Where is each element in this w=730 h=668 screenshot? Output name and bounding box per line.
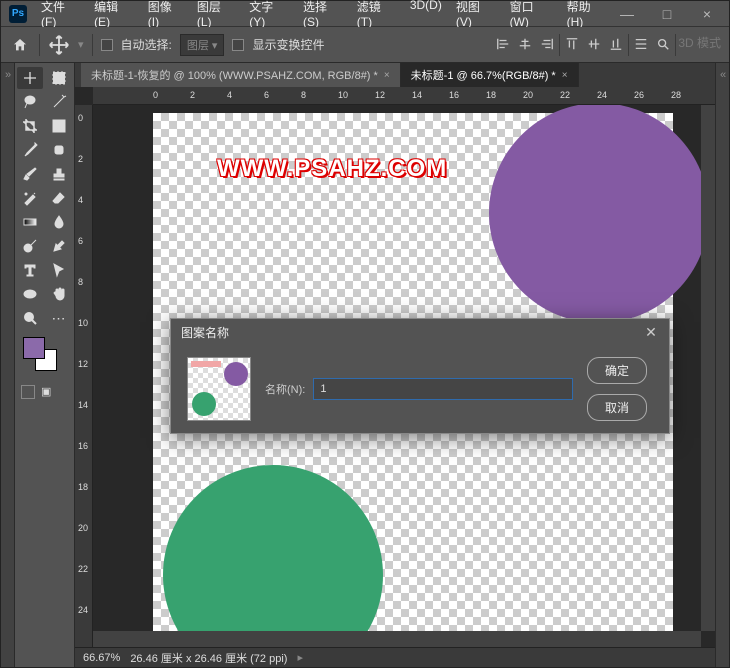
align-right-icon[interactable] [537,34,557,54]
divider [628,34,629,56]
zoom-level[interactable]: 66.67% [83,652,120,664]
align-center-h-icon[interactable] [515,34,535,54]
document-tabs: 未标题-1-恢复的 @ 100% (WWW.PSAHZ.COM, RGB/8#)… [75,63,715,87]
collapsed-panel-right[interactable]: « [715,63,729,667]
pattern-thumbnail [187,357,251,421]
foreground-color-swatch[interactable] [23,337,45,359]
quickmask-icon[interactable] [21,385,35,399]
zoom-tool-icon[interactable] [17,307,43,329]
screen-mode-icon[interactable]: ▣ [41,385,51,399]
path-tool-icon[interactable] [46,259,72,281]
tools-panel: ⋯ ▣ [15,63,75,667]
options-bar: ▾ 自动选择: 图层 ▾ 显示变换控件 3D 模式 [1,27,729,63]
crop-tool-icon[interactable] [17,115,43,137]
hand-tool-icon[interactable] [46,283,72,305]
divider [675,34,676,56]
shape-tool-icon[interactable] [17,283,43,305]
lasso-tool-icon[interactable] [17,91,43,113]
title-bar: Ps 文件(F) 编辑(E) 图像(I) 图层(L) 文字(Y) 选择(S) 滤… [1,1,729,27]
brush-tool-icon[interactable] [17,163,43,185]
align-bottom-icon[interactable] [606,34,626,54]
scrollbar-vertical[interactable] [701,105,715,631]
window-maximize-button[interactable]: □ [653,6,681,22]
divider [39,34,40,56]
stamp-tool-icon[interactable] [46,163,72,185]
move-icon[interactable] [48,34,70,56]
wand-tool-icon[interactable] [46,91,72,113]
collapsed-panel-left[interactable]: » [1,63,15,667]
edit-toolbar-icon[interactable]: ⋯ [46,307,72,329]
heal-tool-icon[interactable] [46,139,72,161]
auto-select-label: 自动选择: [121,36,172,53]
ruler-vertical[interactable]: 024681012141618202224 [75,105,93,647]
dodge-tool-icon[interactable] [17,235,43,257]
auto-select-checkbox[interactable] [101,39,113,51]
marquee-tool-icon[interactable] [46,67,72,89]
blur-tool-icon[interactable] [46,211,72,233]
purple-circle-shape [489,105,709,323]
green-circle-shape [163,465,383,647]
ruler-horizontal[interactable]: 0246810121416182022242628 [93,87,715,105]
status-bar: 66.67% 26.46 厘米 x 26.46 厘米 (72 ppi) ▸ [75,647,715,667]
gradient-tool-icon[interactable] [17,211,43,233]
document-tab-active[interactable]: 未标题-1 @ 66.7%(RGB/8#) *× [401,63,579,87]
divider [559,34,560,56]
pattern-name-input[interactable] [313,378,573,400]
type-tool-icon[interactable] [17,259,43,281]
color-swatches[interactable] [17,337,72,377]
window-close-button[interactable]: × [693,6,721,22]
distribute-icon[interactable] [631,34,651,54]
eyedropper-tool-icon[interactable] [17,139,43,161]
auto-select-dropdown[interactable]: 图层 ▾ [180,34,225,56]
document-size: 26.46 厘米 x 26.46 厘米 (72 ppi) [130,650,287,666]
show-transform-label: 显示变换控件 [252,36,324,53]
align-top-icon[interactable] [562,34,582,54]
3d-mode-label: 3D 模式 [678,34,721,56]
pattern-name-dialog: 图案名称 ✕ 名称(N): 确定 取消 [170,318,670,434]
divider [92,34,93,56]
app-logo-icon: Ps [9,5,27,23]
document-tab[interactable]: 未标题-1-恢复的 @ 100% (WWW.PSAHZ.COM, RGB/8#)… [81,63,401,87]
watermark-text: WWW.PSAHZ.COM [217,155,447,183]
close-tab-icon[interactable]: × [562,70,568,81]
history-brush-icon[interactable] [17,187,43,209]
align-left-icon[interactable] [493,34,513,54]
search-icon[interactable] [653,34,673,54]
pen-tool-icon[interactable] [46,235,72,257]
window-minimize-button[interactable]: — [613,6,641,22]
scrollbar-horizontal[interactable] [93,631,701,647]
cancel-button[interactable]: 取消 [587,394,647,421]
show-transform-checkbox[interactable] [232,39,244,51]
frame-tool-icon[interactable] [46,115,72,137]
home-icon[interactable] [9,34,31,56]
name-label: 名称(N): [265,381,305,397]
ok-button[interactable]: 确定 [587,357,647,384]
eraser-tool-icon[interactable] [46,187,72,209]
align-group: 3D 模式 [493,34,721,56]
dialog-close-icon[interactable]: ✕ [643,324,659,340]
align-middle-icon[interactable] [584,34,604,54]
move-tool-icon[interactable] [17,67,43,89]
dialog-title: 图案名称 [181,324,229,341]
close-tab-icon[interactable]: × [384,70,390,81]
